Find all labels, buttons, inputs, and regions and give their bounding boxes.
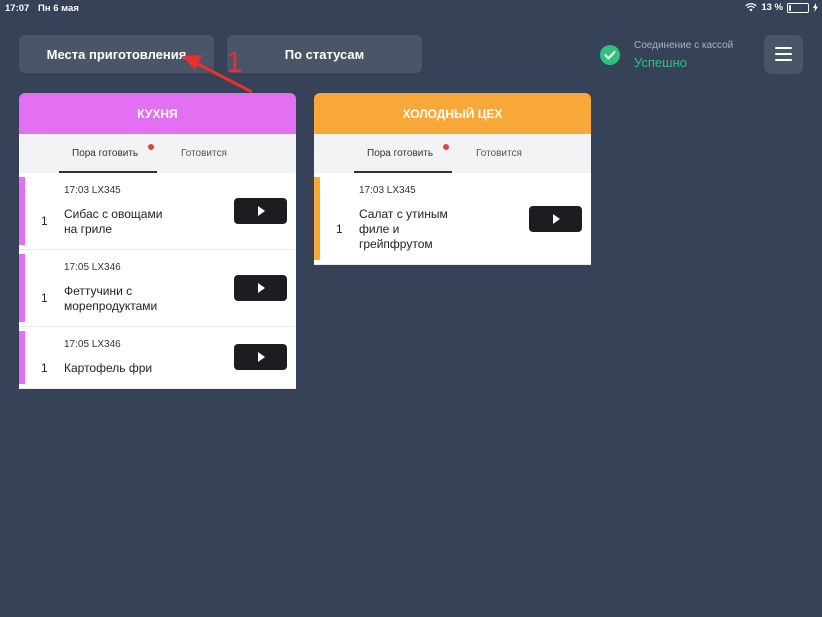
annotation-number: 1 [226,46,243,79]
panel-tabs: Пора готовить Готовится [19,134,296,173]
order-name-line: филе и [359,222,400,236]
charging-icon [813,3,818,12]
tab-cooking[interactable]: Готовится [476,148,522,159]
order-name: Феттучини с морепродуктами [64,284,157,314]
menu-button[interactable] [764,35,803,74]
battery-fill [789,4,791,11]
order-color-bar [314,177,320,260]
tab-cooking[interactable]: Готовится [181,148,227,159]
panel-title: КУХНЯ [137,106,178,121]
places-button[interactable]: Места приготовления [19,35,214,73]
order-name-line: Сибас с овощами [64,207,163,221]
order-name-line: морепродуктами [64,299,158,313]
panel-cold-shop: ХОЛОДНЫЙ ЦЕХ Пора готовить Готовится 17:… [314,93,591,265]
start-cooking-button[interactable] [234,344,287,370]
order-meta: 17:05 LX346 [64,262,121,273]
status-right: 13 % [745,2,818,13]
panel-header: ХОЛОДНЫЙ ЦЕХ [314,93,591,134]
order-name: Картофель фри [64,361,152,376]
order-item[interactable]: 17:03 LX345 1 Сибас с овощами на гриле [19,173,296,250]
order-qty: 1 [41,291,48,305]
order-name: Сибас с овощами на гриле [64,207,162,237]
order-name-line: на гриле [64,222,113,236]
order-name-line: Салат с утиным [359,207,448,221]
wifi-icon [745,3,758,12]
status-date: Пн 6 мая [38,3,79,14]
order-color-bar [19,254,25,322]
order-color-bar [19,177,25,245]
order-name-line: грейпфрутом [359,237,433,251]
status-time: 17:07 [5,3,30,14]
order-item[interactable]: 17:03 LX345 1 Салат с утиным филе и грей… [314,173,591,265]
panel-tabs: Пора готовить Готовится [314,134,591,173]
check-circle-icon [600,45,620,65]
start-cooking-button[interactable] [529,206,582,232]
panel-kitchen: КУХНЯ Пора готовить Готовится 17:03 LX34… [19,93,296,389]
order-meta: 17:03 LX345 [359,185,416,196]
panel-header: КУХНЯ [19,93,296,134]
notification-dot [443,144,449,150]
panel-title: ХОЛОДНЫЙ ЦЕХ [402,106,503,121]
connection-value: Успешно [634,55,687,70]
status-filter-button[interactable]: По статусам [227,35,422,73]
order-qty: 1 [41,361,48,375]
order-item[interactable]: 17:05 LX346 1 Картофель фри [19,327,296,389]
start-cooking-button[interactable] [234,275,287,301]
order-name-line: Картофель фри [64,361,153,375]
order-item[interactable]: 17:05 LX346 1 Феттучини с морепродуктами [19,250,296,327]
tab-ready-to-cook[interactable]: Пора готовить [367,148,433,159]
tab-ready-to-cook[interactable]: Пора готовить [72,148,138,159]
battery-percent: 13 % [761,2,783,13]
order-qty: 1 [336,222,343,236]
start-cooking-button[interactable] [234,198,287,224]
order-name-line: Феттучини с [64,284,133,298]
order-qty: 1 [41,214,48,228]
battery-icon [787,2,809,13]
places-button-label: Места приготовления [46,46,187,62]
status-bar: 17:07 Пн 6 мая 13 % [0,0,822,16]
order-color-bar [19,331,25,384]
connection-label: Соединение с кассой [634,40,734,51]
notification-dot [148,144,154,150]
order-name: Салат с утиным филе и грейпфрутом [359,207,448,252]
status-button-label: По статусам [284,46,365,62]
order-meta: 17:03 LX345 [64,185,121,196]
order-meta: 17:05 LX346 [64,339,121,350]
